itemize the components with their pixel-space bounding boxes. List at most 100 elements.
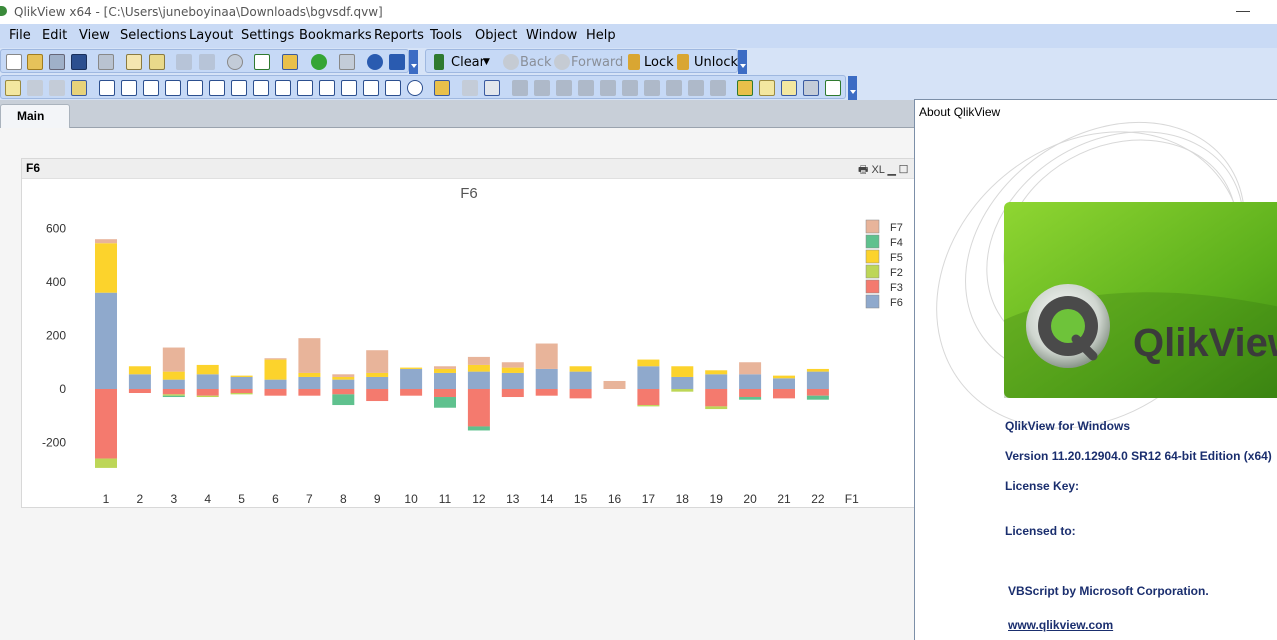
new-sheet-object-icon[interactable] [434, 80, 450, 96]
space-horizontal-icon[interactable] [644, 80, 660, 96]
tab-main-label: Main [17, 109, 45, 123]
new-sheet-icon[interactable] [5, 80, 21, 96]
menu-reports[interactable]: Reports [374, 28, 424, 43]
back-button[interactable]: Back [520, 55, 552, 70]
current-selections-box-icon[interactable] [231, 80, 247, 96]
lock-button[interactable]: Lock [644, 55, 674, 70]
minimize-button[interactable]: — [1236, 2, 1250, 18]
container-icon[interactable] [385, 80, 401, 96]
about-website-link[interactable]: www.qlikview.com [1008, 618, 1113, 632]
tab-main[interactable]: Main [0, 104, 70, 128]
sheet-objects-icon[interactable] [282, 54, 298, 70]
adjust-left-icon[interactable] [688, 80, 704, 96]
input-box-icon[interactable] [209, 80, 225, 96]
align-left-icon[interactable] [512, 80, 528, 96]
forward-button[interactable]: Forward [571, 55, 623, 70]
save-icon[interactable] [71, 54, 87, 70]
menu-edit[interactable]: Edit [42, 28, 67, 43]
align-bottom-icon[interactable] [578, 80, 594, 96]
bar-segment-f6 [400, 368, 423, 389]
clear-dropdown-icon[interactable]: ▼ [483, 57, 490, 67]
menu-bar: File Edit View Selections Layout Setting… [0, 24, 1277, 48]
list-box-icon[interactable] [99, 80, 115, 96]
bar-segment-f5 [162, 371, 185, 380]
user-preferences-icon[interactable] [781, 80, 797, 96]
design-icon[interactable] [339, 54, 355, 70]
slider-icon[interactable] [319, 80, 335, 96]
sheet-properties-icon[interactable] [71, 80, 87, 96]
window-title: QlikView x64 - [C:\Users\juneboyinaa\Dow… [14, 5, 383, 19]
menu-view[interactable]: View [79, 28, 110, 43]
line-arrow-icon[interactable] [297, 80, 313, 96]
bookmark-object-icon[interactable] [341, 80, 357, 96]
bar-segment-f7 [501, 362, 524, 368]
y-tick-label: 200 [46, 329, 66, 343]
custom-object-icon[interactable] [407, 80, 423, 96]
help-icon[interactable] [367, 54, 383, 70]
multi-box-icon[interactable] [165, 80, 181, 96]
menu-layout[interactable]: Layout [189, 28, 233, 43]
format-painter-icon[interactable] [462, 80, 478, 96]
menu-help[interactable]: Help [586, 28, 616, 43]
expression-overview-icon[interactable] [825, 80, 841, 96]
bar-segment-f4 [467, 426, 490, 431]
demote-sheet-icon[interactable] [49, 80, 65, 96]
forward-icon [554, 54, 570, 70]
chart-object[interactable]: F6 🖶 XL ▁ ☐ F6 600 400 200 0 -200 1 2 3 4 5 6 7 8 9 10 1… [21, 158, 915, 508]
menu-settings[interactable]: Settings [241, 28, 294, 43]
chart-icon[interactable] [187, 80, 203, 96]
document-properties-icon[interactable] [737, 80, 753, 96]
menu-bookmarks[interactable]: Bookmarks [299, 28, 372, 43]
redo-icon[interactable] [199, 54, 215, 70]
unlock-button[interactable]: Unlock [694, 55, 738, 70]
text-object-icon[interactable] [275, 80, 291, 96]
center-horizontal-icon[interactable] [534, 80, 550, 96]
menu-selections[interactable]: Selections [120, 28, 187, 43]
menu-window[interactable]: Window [526, 28, 577, 43]
search-object-icon[interactable] [363, 80, 379, 96]
space-vertical-icon[interactable] [666, 80, 682, 96]
reload-script-icon[interactable] [149, 54, 165, 70]
table-viewer-icon[interactable] [803, 80, 819, 96]
undo-icon[interactable] [176, 54, 192, 70]
bookmark-star-icon[interactable] [311, 54, 327, 70]
snap-grid-icon[interactable] [484, 80, 500, 96]
bar-segment-f3 [95, 389, 117, 459]
bar-segment-f4 [434, 397, 456, 408]
legend-label-f7: F7 [890, 222, 903, 234]
sheet-properties-2-icon[interactable] [759, 80, 775, 96]
bar-segment-f3 [467, 389, 490, 427]
open-folder-icon[interactable] [27, 54, 43, 70]
edit-script-icon[interactable] [126, 54, 142, 70]
legend-label-f3: F3 [890, 282, 903, 294]
align-top-icon[interactable] [622, 80, 638, 96]
clear-button[interactable]: Clear [451, 55, 485, 70]
menu-tools[interactable]: Tools [430, 28, 462, 43]
table-box-icon[interactable] [143, 80, 159, 96]
design-toolbar-overflow-button[interactable] [848, 76, 857, 100]
chart-caption-title: F6 [26, 161, 41, 175]
design-toolbar-group [0, 75, 846, 99]
promote-sheet-icon[interactable] [27, 80, 43, 96]
statistics-box-icon[interactable] [121, 80, 137, 96]
reload-icon[interactable] [49, 54, 65, 70]
print-icon[interactable] [98, 54, 114, 70]
button-object-icon[interactable] [253, 80, 269, 96]
x-tick-label: 17 [642, 492, 656, 506]
search-icon[interactable] [227, 54, 243, 70]
new-document-icon[interactable] [6, 54, 22, 70]
unlock-icon [677, 54, 689, 70]
current-selections-icon[interactable] [254, 54, 270, 70]
toolbar-overflow-button-2[interactable] [738, 50, 747, 74]
x-tick-label: 8 [340, 492, 347, 506]
context-help-icon[interactable] [389, 54, 405, 70]
bar-segment-f2 [705, 406, 728, 410]
toolbar-overflow-button[interactable] [409, 50, 418, 74]
adjust-top-icon[interactable] [710, 80, 726, 96]
align-right-icon[interactable] [556, 80, 572, 96]
bar-segment-f6 [467, 371, 490, 389]
center-vertical-icon[interactable] [600, 80, 616, 96]
bar-segment-f3 [773, 389, 795, 399]
menu-file[interactable]: File [9, 28, 31, 43]
menu-object[interactable]: Object [475, 28, 517, 43]
